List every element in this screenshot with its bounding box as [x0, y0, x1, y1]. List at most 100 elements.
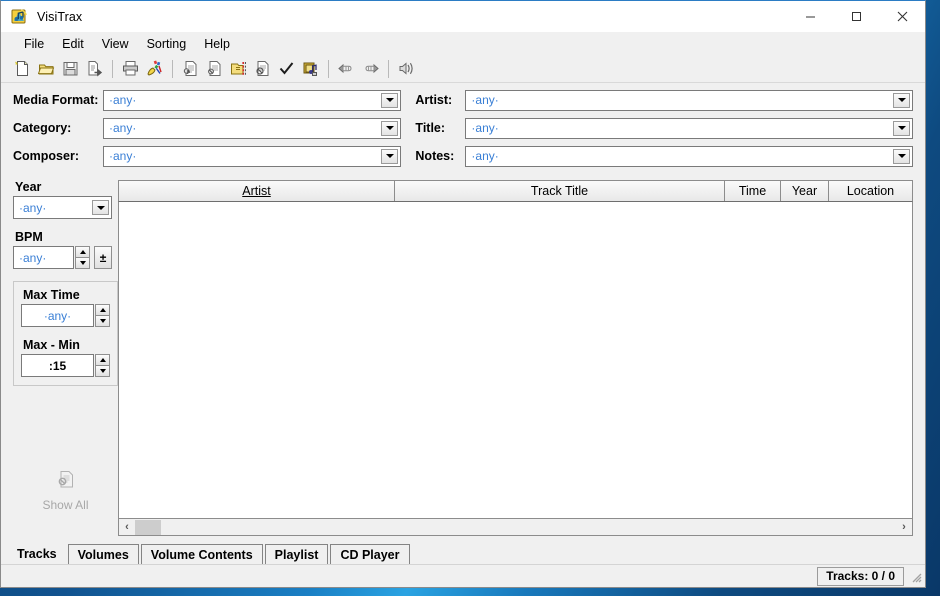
previous-icon[interactable] [335, 58, 358, 80]
scroll-right-icon[interactable]: › [896, 520, 912, 535]
scroll-left-icon[interactable]: ‹ [119, 520, 135, 535]
artist-combo[interactable]: ·any· [465, 89, 913, 111]
filter-sidebar: Year ·any· BPM ·any· ± Max Time ·any· Ma… [13, 176, 118, 540]
time-filter-group: Max Time ·any· Max - Min :15 [13, 281, 118, 386]
toolbar-separator [112, 59, 113, 78]
track-count-status: Tracks: 0 / 0 [817, 566, 904, 586]
filter-panel: Media Format: ·any· Artist: ·any· Catego… [1, 83, 925, 176]
export-icon[interactable] [83, 58, 106, 80]
tab-playlist[interactable]: Playlist [264, 544, 329, 564]
status-bar: Tracks: 0 / 0 [1, 564, 925, 587]
title-bar: VisiTrax [1, 1, 925, 32]
stepper-up-icon[interactable] [95, 354, 110, 365]
max-min-field-group: :15 [21, 354, 110, 377]
artist-value: ·any· [471, 93, 499, 107]
stepper-down-icon[interactable] [95, 315, 110, 327]
bpm-label: BPM [15, 230, 43, 244]
bpm-field-group: ·any· ± [13, 246, 112, 269]
composer-label: Composer: [13, 149, 79, 163]
tab-volume-contents[interactable]: Volume Contents [140, 544, 263, 564]
check-icon[interactable] [275, 58, 298, 80]
title-label: Title: [415, 121, 446, 135]
menu-edit[interactable]: Edit [53, 35, 93, 53]
chevron-down-icon[interactable] [893, 148, 910, 164]
column-header-location[interactable]: Location [829, 181, 912, 201]
column-header-track-title[interactable]: Track Title [395, 181, 725, 201]
title-combo[interactable]: ·any· [465, 117, 913, 139]
menu-bar: File Edit View Sorting Help [1, 32, 925, 55]
stepper-down-icon[interactable] [95, 365, 110, 377]
category-value: ·any· [109, 121, 137, 135]
print-icon[interactable] [119, 58, 142, 80]
chevron-down-icon[interactable] [381, 148, 399, 164]
bpm-input[interactable]: ·any· [13, 246, 74, 269]
tab-tracks[interactable]: Tracks [13, 543, 66, 564]
chevron-down-icon[interactable] [893, 120, 910, 136]
maximize-button[interactable] [833, 1, 879, 32]
menu-view[interactable]: View [93, 35, 138, 53]
chevron-down-icon[interactable] [381, 120, 399, 136]
delete-record-icon[interactable] [251, 58, 274, 80]
tracks-table: Artist Track Title Time Year Location ‹ … [118, 176, 913, 540]
new-record-icon[interactable] [179, 58, 202, 80]
chevron-down-icon[interactable] [92, 200, 109, 215]
max-min-input[interactable]: :15 [21, 354, 94, 377]
toolbar-separator [328, 59, 329, 78]
notes-combo[interactable]: ·any· [465, 145, 913, 167]
scrollbar-track[interactable] [161, 519, 896, 535]
column-header-year[interactable]: Year [781, 181, 829, 201]
composer-value: ·any· [109, 149, 137, 163]
volume-icon[interactable] [395, 58, 418, 80]
media-format-value: ·any· [109, 93, 137, 107]
max-min-value: :15 [48, 358, 67, 373]
year-label: Year [15, 180, 42, 194]
year-value: ·any· [19, 200, 47, 215]
composer-combo[interactable]: ·any· [103, 145, 402, 167]
scrollbar-thumb[interactable] [135, 519, 161, 535]
show-all-label: Show All [42, 498, 89, 512]
menu-sorting[interactable]: Sorting [138, 35, 196, 53]
color-palette-icon[interactable] [143, 58, 166, 80]
horizontal-scrollbar[interactable]: ‹ › [118, 519, 913, 536]
next-icon[interactable] [359, 58, 382, 80]
resize-grip[interactable] [908, 569, 923, 584]
close-button[interactable] [879, 1, 925, 32]
stepper-up-icon[interactable] [75, 246, 90, 257]
chevron-down-icon[interactable] [381, 92, 399, 108]
max-time-field-group: ·any· [21, 304, 110, 327]
category-combo[interactable]: ·any· [103, 117, 402, 139]
media-format-combo[interactable]: ·any· [103, 89, 402, 111]
stepper-up-icon[interactable] [95, 304, 110, 315]
max-time-input[interactable]: ·any· [21, 304, 94, 327]
minimize-button[interactable] [787, 1, 833, 32]
bpm-plusminus-button[interactable]: ± [94, 246, 112, 269]
stepper-down-icon[interactable] [75, 257, 90, 269]
save-icon[interactable] [59, 58, 82, 80]
copy-record-icon[interactable] [203, 58, 226, 80]
column-header-time[interactable]: Time [725, 181, 781, 201]
bpm-stepper[interactable] [75, 246, 90, 269]
media-icon[interactable] [299, 58, 322, 80]
menu-help[interactable]: Help [195, 35, 239, 53]
tab-volumes[interactable]: Volumes [67, 544, 139, 564]
toolbar-separator [172, 59, 173, 78]
open-folder-icon[interactable] [35, 58, 58, 80]
column-header-artist[interactable]: Artist [119, 181, 395, 201]
new-icon[interactable] [11, 58, 34, 80]
table-body[interactable] [118, 202, 913, 519]
max-time-label: Max Time [23, 288, 80, 302]
max-time-stepper[interactable] [95, 304, 110, 327]
max-time-value: ·any· [43, 308, 72, 323]
year-combo[interactable]: ·any· [13, 196, 112, 219]
show-all-button[interactable]: Show All [13, 469, 118, 512]
toolbar [1, 55, 925, 83]
tab-cd-player[interactable]: CD Player [330, 544, 410, 564]
window-title: VisiTrax [37, 9, 83, 24]
toolbar-separator [388, 59, 389, 78]
menu-file[interactable]: File [15, 35, 53, 53]
show-all-icon [56, 469, 76, 494]
max-min-stepper[interactable] [95, 354, 110, 377]
edit-record-icon[interactable] [227, 58, 250, 80]
chevron-down-icon[interactable] [893, 92, 910, 108]
visitrax-window: VisiTrax File Edit View Sorting Help Med… [0, 0, 926, 588]
